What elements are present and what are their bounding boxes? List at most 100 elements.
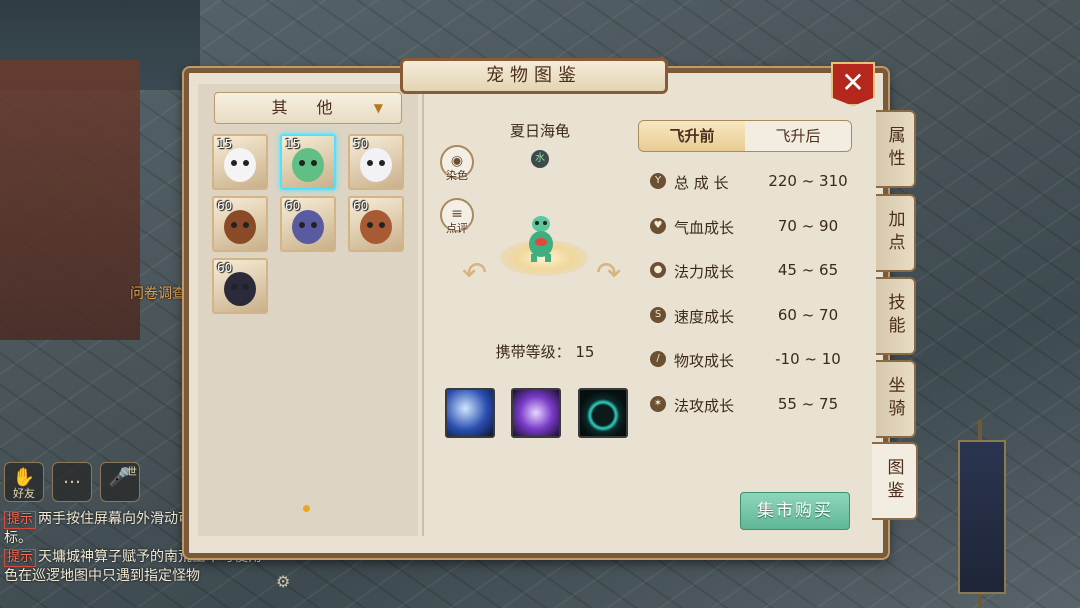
- comment-button[interactable]: ≡ 点评: [440, 198, 474, 235]
- chevron-down-icon: ▼: [373, 101, 383, 115]
- pet-portrait: [360, 148, 392, 182]
- pet-portrait: [360, 210, 392, 244]
- category-selected: 其 他: [271, 98, 345, 117]
- stat-icon: ●: [650, 262, 666, 279]
- pet-slot[interactable]: 60: [212, 258, 268, 314]
- pet-eye: [243, 160, 249, 166]
- stat-value: 220 ~ 310: [768, 172, 848, 190]
- side-tab[interactable]: 技能: [876, 277, 916, 355]
- pet-eye: [243, 222, 249, 228]
- stat-name: 气血成长: [674, 218, 735, 237]
- pet-level: 50: [353, 137, 369, 151]
- pet-eye: [231, 160, 237, 166]
- chat-settings-icon[interactable]: ⚙: [276, 572, 290, 591]
- chat-toolbar: ✋ 好友 … 🎤 世: [4, 462, 140, 502]
- survey-link[interactable]: 问卷调查: [130, 283, 186, 303]
- voice-button[interactable]: 🎤 世: [100, 462, 140, 502]
- bg-banner: [958, 440, 1006, 594]
- tab-after-ascension[interactable]: 飞升后: [745, 121, 851, 151]
- pet-level: 15: [217, 137, 233, 151]
- pet-level: 60: [285, 199, 301, 213]
- pet-portrait: [292, 210, 324, 244]
- friends-button[interactable]: ✋ 好友: [4, 462, 44, 502]
- stat-name: 法力成长: [674, 263, 735, 282]
- stat-icon: Y: [650, 173, 666, 189]
- pet-eye: [379, 222, 385, 228]
- ascension-tabs: 飞升前 飞升后: [638, 120, 852, 152]
- pet-name: 夏日海龟: [509, 122, 570, 140]
- pet-eye: [243, 284, 249, 290]
- skill-slot-2[interactable]: [511, 388, 561, 438]
- stat-row: ♥ 气血成长 70 ~ 90: [650, 211, 860, 243]
- skill-slot-1[interactable]: [445, 388, 495, 438]
- pet-level: 15: [285, 137, 301, 151]
- stat-name: 法攻成长: [674, 397, 735, 415]
- pet-eye: [299, 222, 305, 228]
- side-tab[interactable]: 坐骑: [876, 360, 916, 438]
- carry-level: 携带等级： 15: [495, 343, 595, 361]
- pet-slot[interactable]: 50: [348, 134, 404, 190]
- pet-slot[interactable]: 60: [280, 196, 336, 252]
- stat-value: 45 ~ 65: [777, 261, 839, 280]
- dye-button[interactable]: ◉ 染色: [440, 145, 474, 182]
- market-buy-button[interactable]: 集市购买: [740, 492, 850, 530]
- rotate-right-icon[interactable]: ↷: [596, 256, 621, 291]
- handshake-icon: ✋: [12, 467, 36, 488]
- pet-eye: [231, 284, 237, 290]
- pet-portrait: [224, 210, 256, 244]
- chat-tag: 提示: [4, 511, 37, 529]
- pane-divider: [422, 84, 424, 536]
- element-badge: 水: [531, 150, 549, 168]
- side-tab[interactable]: 属性: [876, 110, 916, 188]
- stat-row: ● 法力成长 45 ~ 65: [650, 255, 860, 287]
- panel-title: 宠物图鉴: [400, 58, 668, 94]
- rotate-left-icon[interactable]: ↶: [462, 256, 487, 291]
- chat-tag: 提示: [4, 549, 37, 567]
- chat-bubble-icon: …: [63, 467, 81, 488]
- tab-before-ascension[interactable]: 飞升前: [639, 121, 745, 151]
- stat-icon: ✶: [650, 396, 666, 412]
- stat-value: -10 ~ 10: [775, 350, 841, 369]
- stat-name: 总 成 长: [674, 174, 729, 192]
- stat-value: 70 ~ 90: [777, 216, 839, 235]
- stat-row: / 物攻成长 -10 ~ 10: [650, 344, 860, 376]
- pet-eye: [379, 160, 385, 166]
- pet-model: [529, 216, 553, 262]
- pet-eye: [299, 160, 305, 166]
- pet-slot[interactable]: 15: [212, 134, 268, 190]
- pet-eye: [311, 160, 317, 166]
- voice-channel-label: 世: [127, 467, 137, 478]
- stat-value: 60 ~ 70: [777, 305, 839, 324]
- category-dropdown[interactable]: 其 他 ▼: [214, 92, 402, 124]
- stat-icon: ♥: [650, 217, 666, 234]
- pet-slot[interactable]: 60: [348, 196, 404, 252]
- pet-portrait: [292, 148, 324, 182]
- pet-level: 60: [217, 199, 233, 213]
- pet-portrait: [224, 272, 256, 306]
- pet-slot[interactable]: 60: [212, 196, 268, 252]
- pet-level: 60: [353, 199, 369, 213]
- stat-row: Y 总 成 长 220 ~ 310: [650, 166, 860, 198]
- pet-eye: [311, 222, 317, 228]
- side-tab[interactable]: 加点: [876, 194, 916, 272]
- stat-icon: S: [650, 306, 666, 323]
- stat-name: 速度成长: [674, 307, 735, 326]
- pet-eye: [367, 222, 373, 228]
- stat-row: S 速度成长 60 ~ 70: [650, 300, 860, 332]
- pet-level: 60: [217, 261, 233, 275]
- close-icon: ✕: [841, 66, 865, 99]
- stat-row: ✶ 法攻成长 55 ~ 75: [650, 389, 860, 421]
- comment-label: 点评: [446, 222, 468, 235]
- chat-button[interactable]: …: [52, 462, 92, 502]
- stat-value: 55 ~ 75: [777, 395, 839, 413]
- close-button[interactable]: ✕: [831, 62, 875, 106]
- dye-label: 染色: [446, 169, 468, 182]
- skill-slot-3[interactable]: [578, 388, 628, 438]
- pet-eye: [367, 160, 373, 166]
- pet-eye: [231, 222, 237, 228]
- pet-portrait: [224, 148, 256, 182]
- side-tab[interactable]: 图鉴: [872, 442, 918, 520]
- stat-icon: /: [650, 351, 666, 368]
- stat-name: 物攻成长: [674, 352, 735, 371]
- pet-slot[interactable]: 15: [280, 134, 336, 190]
